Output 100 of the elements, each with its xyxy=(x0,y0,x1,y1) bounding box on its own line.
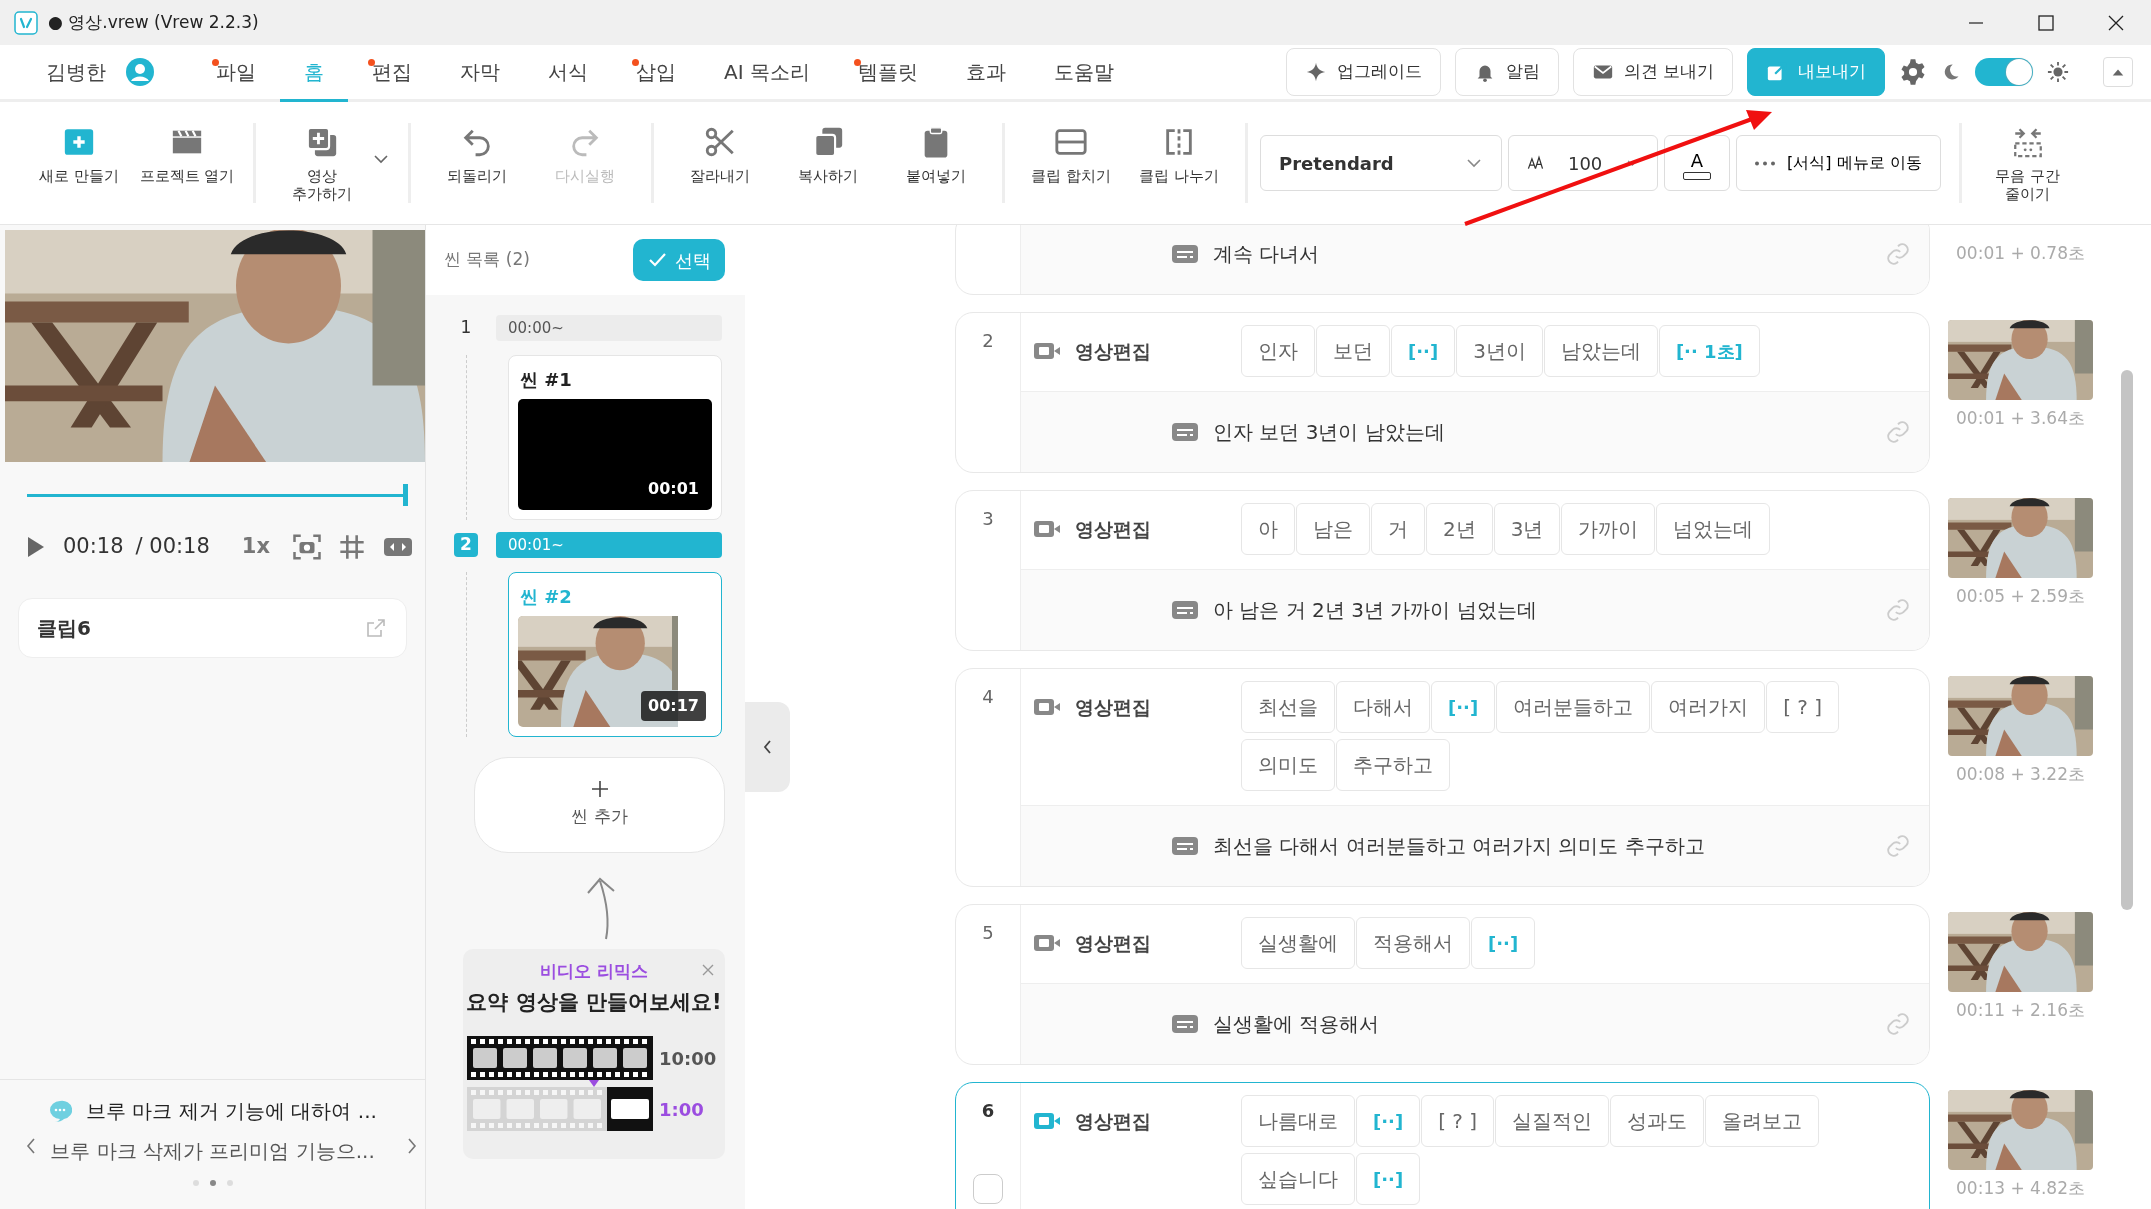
word-chip[interactable]: 싶습니다 xyxy=(1241,1153,1355,1205)
clip-card[interactable]: 4 영상편집 최선을 다해서 [··] 여러분들하고 여러가지 [ ? ] 의미도 추구하고 최선을 다해서 여러분들하고 여러가지 의미도 추구하고 xyxy=(955,668,1930,887)
word-chip[interactable]: 여러분들하고 xyxy=(1496,681,1651,733)
link-icon[interactable] xyxy=(1885,419,1911,445)
clip-checkbox[interactable] xyxy=(973,1174,1003,1204)
toolbar-button[interactable]: 프로젝트 열기 xyxy=(133,113,241,213)
toolbar-button[interactable]: 되돌리기 xyxy=(423,113,531,213)
font-size-dropdown[interactable]: 100 xyxy=(1508,135,1658,191)
avatar-icon[interactable] xyxy=(126,58,154,86)
clip-card[interactable]: 2 영상편집 인자 보던 [··] 3년이 남았는데 [·· 1초] 인자 보던 3년이 남았는데 xyxy=(955,312,1930,473)
word-chip[interactable]: 추구하고 xyxy=(1336,739,1450,791)
theme-toggle[interactable] xyxy=(1975,58,2033,86)
link-icon[interactable] xyxy=(1885,597,1911,623)
word-chip[interactable]: 나름대로 xyxy=(1241,1095,1355,1147)
menu-tab[interactable]: 서식 xyxy=(524,45,612,102)
link-icon[interactable] xyxy=(1885,1011,1911,1037)
clip-number: 5 xyxy=(982,921,994,945)
short-film-strip-icon xyxy=(467,1087,653,1131)
subtitle-text[interactable]: 실생활에 적용해서 xyxy=(1213,1009,1380,1039)
clip-card[interactable]: 5 영상편집 실생활에 적용해서 [··] 실생활에 적용해서 xyxy=(955,904,1930,1065)
word-chip[interactable]: 거 xyxy=(1371,503,1425,555)
clip-card[interactable]: 3 영상편집 아 남은 거 2년 3년 가까이 넘었는데 아 남은 거 2년 3년 가까이 넘었는데 xyxy=(955,490,1930,651)
word-chip[interactable]: 가까이 xyxy=(1561,503,1656,555)
font-dropdown[interactable]: Pretendard xyxy=(1260,135,1502,191)
seek-slider[interactable] xyxy=(27,482,408,508)
word-chip[interactable]: 3년 xyxy=(1493,503,1561,555)
word-chip[interactable]: 성과도 xyxy=(1610,1095,1705,1147)
total-time: / 00:18 xyxy=(135,533,210,560)
more-icon xyxy=(1755,160,1775,166)
notice-title[interactable]: 브루 마크 제거 기능에 대하여 ... xyxy=(86,1096,377,1126)
text-color-button[interactable]: A xyxy=(1664,135,1730,191)
scene-card[interactable]: 씬 #2 00:17 xyxy=(508,572,722,737)
toolbar-button[interactable]: 알림 xyxy=(1454,48,1559,96)
scene-duration: 00:17 xyxy=(641,691,706,721)
word-chip[interactable]: 최선을 xyxy=(1241,681,1335,733)
toolbar-button[interactable]: 새로 만들기 xyxy=(25,113,133,213)
subtitle-text[interactable]: 계속 다녀서 xyxy=(1213,239,1320,269)
word-chip[interactable]: 올려보고 xyxy=(1705,1095,1820,1147)
clip-time: 00:01 + 0.78초 xyxy=(1956,242,2085,265)
link-icon[interactable] xyxy=(1885,833,1911,859)
toolbar-button[interactable]: 업그레이드 xyxy=(1285,48,1441,96)
add-scene-button[interactable]: 씬 추가 xyxy=(474,757,725,853)
word-chip[interactable]: 실생활에 xyxy=(1241,917,1355,969)
collapse-button[interactable] xyxy=(2103,57,2133,87)
toolbar-button[interactable]: 잘라내기 xyxy=(666,113,774,213)
word-chip[interactable]: 넘었는데 xyxy=(1656,503,1771,555)
clip-card[interactable]: 6 영상편집 나름대로 [··] [ ? ] 실질적인 성과도 올려보고 싶습니다 [··] xyxy=(955,1082,1930,1209)
toolbar-button[interactable]: 클립 나누기 xyxy=(1125,113,1233,213)
word-chip[interactable]: 남았는데 xyxy=(1543,325,1658,377)
toolbar-button[interactable]: 클립 합치기 xyxy=(1017,113,1125,213)
word-chip[interactable]: 의미도 xyxy=(1241,739,1335,791)
chevron-left-icon xyxy=(761,739,774,755)
clip-number: 2 xyxy=(982,329,994,353)
scene-card[interactable]: 씬 #1 00:01 xyxy=(508,355,722,520)
word-chip[interactable]: 인자 xyxy=(1241,325,1315,377)
scrollbar[interactable] xyxy=(2121,370,2133,910)
scene-start-time[interactable]: 00:00~ xyxy=(496,315,722,341)
subtitle-text[interactable]: 인자 보던 3년이 남았는데 xyxy=(1213,417,1445,447)
toolbar-button[interactable]: 의견 보내기 xyxy=(1572,48,1733,96)
app-logo-icon xyxy=(14,10,38,35)
word-chip[interactable]: 적용해서 xyxy=(1356,917,1470,969)
word-chip[interactable]: 보던 xyxy=(1316,325,1390,377)
page-dot[interactable] xyxy=(226,1180,233,1186)
menu-tab[interactable]: 자막 xyxy=(436,45,524,102)
clip-card[interactable]: 클립6 xyxy=(18,597,407,658)
word-chip[interactable]: 실질적인 xyxy=(1495,1095,1610,1147)
word-chip[interactable]: [ ? ] xyxy=(1766,681,1840,733)
page-dot[interactable] xyxy=(192,1180,199,1186)
word-chip[interactable]: 2년 xyxy=(1426,503,1493,555)
menu-tab[interactable]: 삽입 xyxy=(612,45,700,102)
clip-label: 영상편집 xyxy=(1075,694,1151,720)
menu-tab[interactable]: 파일 xyxy=(192,45,280,102)
word-chip[interactable]: [ ? ] xyxy=(1421,1095,1495,1147)
menu-tab[interactable]: AI 목소리 xyxy=(700,45,834,102)
scissors-icon xyxy=(703,125,737,159)
settings-icon[interactable] xyxy=(1899,58,1927,86)
close-icon xyxy=(701,962,715,977)
clip-title: 클립6 xyxy=(37,614,91,642)
word-chip[interactable]: 아 xyxy=(1241,503,1295,555)
clip-number: 4 xyxy=(982,685,994,709)
format-menu-button[interactable]: [서식] 메뉴로 이동 xyxy=(1736,135,1941,191)
word-chip[interactable]: 남은 xyxy=(1296,503,1370,555)
grid-icon[interactable] xyxy=(338,532,366,561)
toolbar-button[interactable]: 영상 추가하기 xyxy=(268,113,376,213)
word-chip[interactable]: 3년이 xyxy=(1456,325,1543,377)
clip-card[interactable]: 계속 다녀서 xyxy=(955,225,1930,295)
menu-tab[interactable]: 효과 xyxy=(941,45,1030,102)
toolbar-button[interactable]: 복사하기 xyxy=(774,113,882,213)
word-chip[interactable]: 여러가지 xyxy=(1651,681,1766,733)
menu-tab[interactable]: 도움말 xyxy=(1029,45,1138,102)
current-time: 00:18 xyxy=(63,533,124,560)
word-chip[interactable]: 다해서 xyxy=(1336,681,1430,733)
subtitle-text[interactable]: 아 남은 거 2년 3년 가까이 넘었는데 xyxy=(1213,595,1537,625)
page-dot[interactable] xyxy=(209,1180,216,1186)
speed-button[interactable]: 1x xyxy=(235,530,276,564)
toolbar-button[interactable]: 붙여넣기 xyxy=(882,113,990,213)
menu-tab[interactable]: 템플릿 xyxy=(833,45,942,102)
menu-tab[interactable]: 편집 xyxy=(348,45,436,102)
toolbar-button[interactable]: 무음 구간 줄이기 xyxy=(1973,113,2082,213)
link-icon[interactable] xyxy=(1885,241,1911,267)
